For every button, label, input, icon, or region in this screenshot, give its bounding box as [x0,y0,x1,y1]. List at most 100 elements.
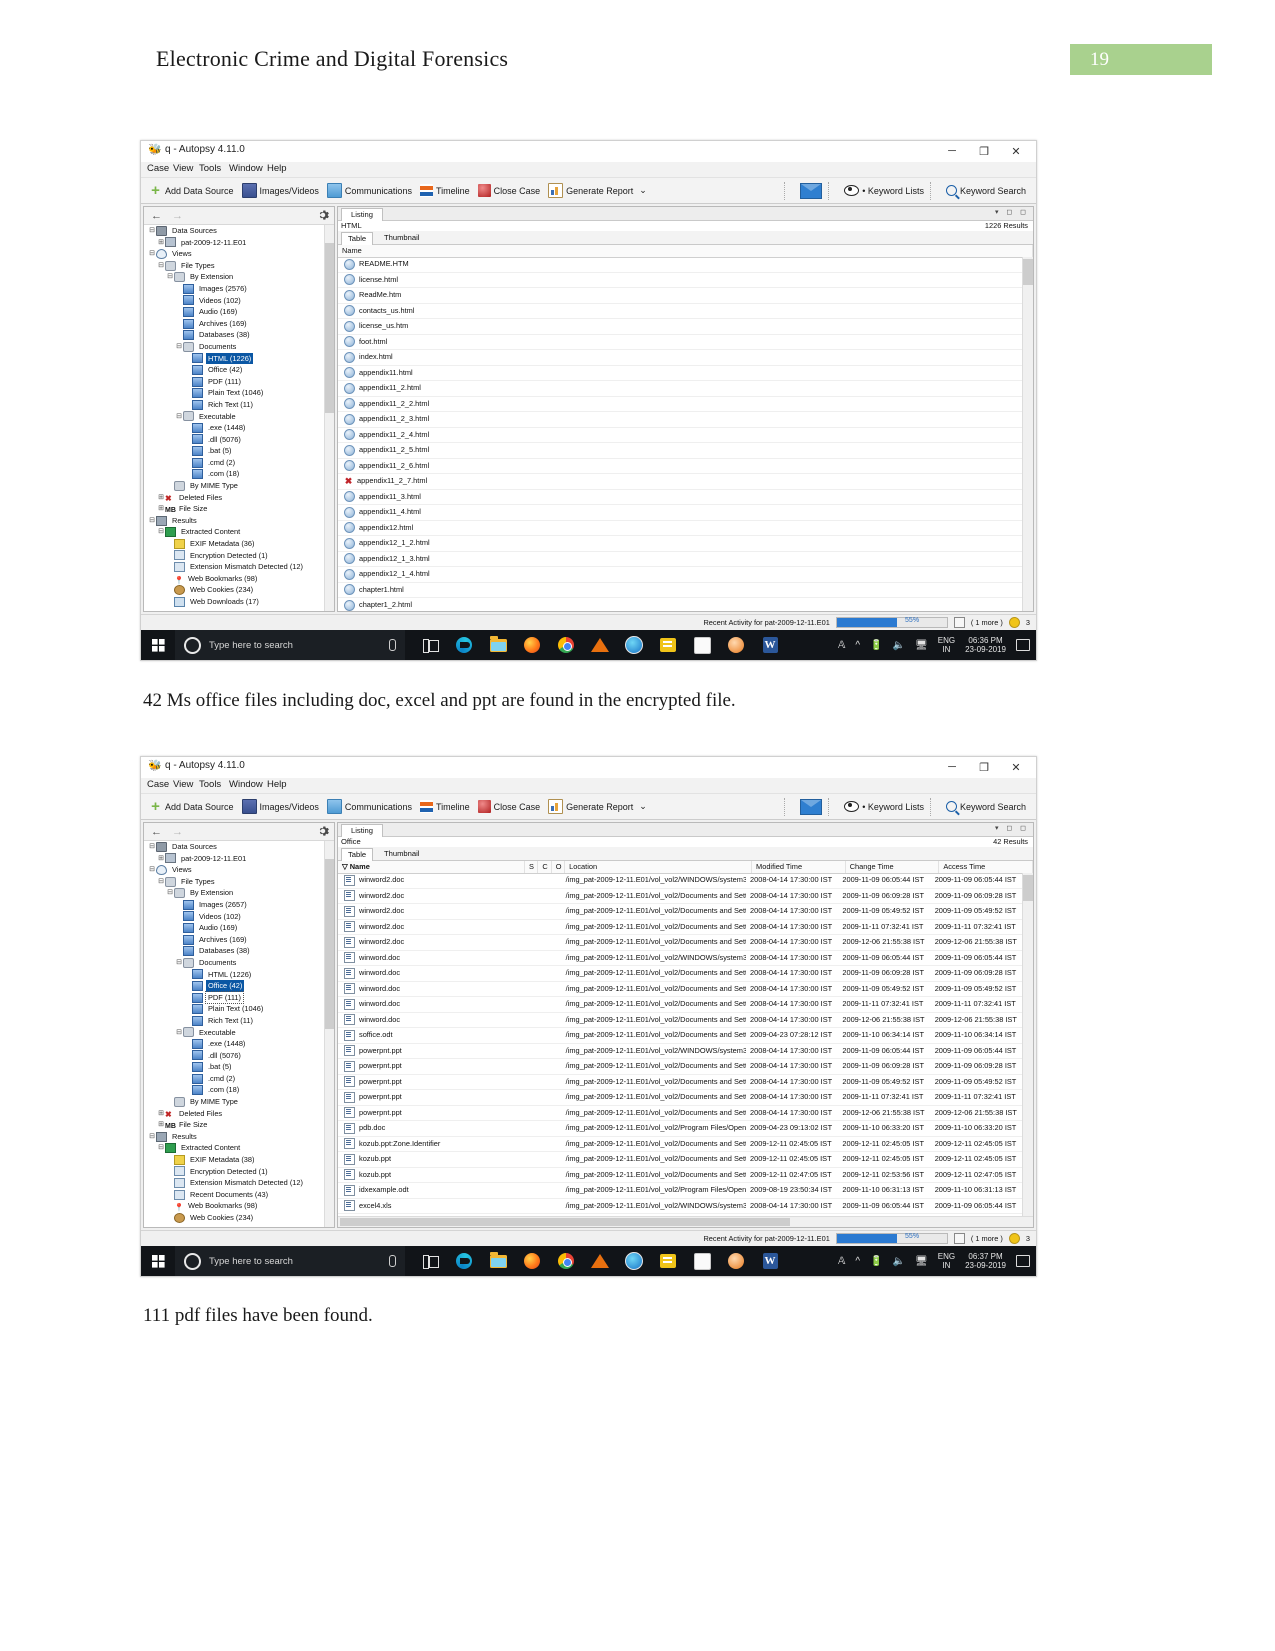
table-row[interactable]: license.html [338,273,1023,288]
status-more-text[interactable]: ( 1 more ) [971,618,1003,627]
communications-button-2[interactable]: Communications [326,799,412,814]
tree-item[interactable]: HTML (1226) [144,351,334,366]
tree-item[interactable]: ⊟ Extracted Content [144,526,334,538]
table-row[interactable]: appendix11_2.html [338,381,1023,397]
keyword-search-button[interactable]: Keyword Search [945,185,1026,196]
notification-center-icon-2[interactable] [1016,1255,1030,1267]
table-row[interactable]: license_us.htm [338,319,1023,335]
chrome-button[interactable] [549,630,583,660]
table-row[interactable]: appendix11_2_3.html [338,412,1023,428]
calculator-button-2[interactable] [685,1246,719,1276]
word-button[interactable]: W [753,630,787,660]
tree-item[interactable]: Images (2657) [144,899,334,911]
table-row[interactable]: appendix11_2_5.html [338,443,1023,459]
clock[interactable]: 06:36 PM 23-09-2019 [965,636,1006,654]
window1-tree[interactable]: ⊟ Data Sources ⊞ pat-2009-12-11.E01 ⊟ Views ⊟ F… [144,225,334,611]
chevron-up-icon-2[interactable]: ^ [855,1256,860,1267]
table-row[interactable]: appendix11_2_4.html [338,428,1023,443]
task-view-button-2[interactable] [413,1246,447,1276]
table-row[interactable]: idxexample.odt/img_pat-2009-12-11.E01/vo… [338,1183,1023,1199]
table-row[interactable]: winword.doc/img_pat-2009-12-11.E01/vol_v… [338,951,1023,966]
tree-item[interactable]: Recent Documents (43) [144,1189,334,1201]
tree-item[interactable]: .cmd (2) [144,457,334,469]
chevron-down-icon[interactable]: ⌄ [639,185,647,196]
vlc-button[interactable] [583,630,617,660]
notes-button[interactable] [651,630,685,660]
camera-button-2[interactable] [617,1246,651,1276]
listing-vertical-scrollbar-2[interactable] [1022,873,1033,1216]
listing-window-controls-2[interactable]: ▾ ◻ ◻ [995,824,1029,832]
file-explorer-button-2[interactable] [481,1246,515,1276]
tree-item[interactable]: .com (18) [144,468,334,480]
tree-twisty[interactable]: ⊞ [157,1119,165,1131]
gear-icon[interactable] [317,209,329,221]
table-row[interactable]: appendix11_4.html [338,505,1023,521]
timeline-button-2[interactable]: Timeline [419,800,470,813]
tree-item[interactable]: .exe (1448) [144,422,334,434]
tree-item[interactable]: ⊟ Data Sources [144,225,334,237]
keyword-search-button-2[interactable]: Keyword Search [945,801,1026,812]
camera-button[interactable] [617,630,651,660]
table-row[interactable]: winword.doc/img_pat-2009-12-11.E01/vol_v… [338,982,1023,997]
table-row[interactable]: powerpnt.ppt/img_pat-2009-12-11.E01/vol_… [338,1059,1023,1075]
tree-twisty[interactable]: ⊟ [157,526,165,538]
tree-item[interactable]: .bat (5) [144,445,334,457]
images-videos-button-2[interactable]: Images/Videos [241,799,319,814]
calculator-button[interactable] [685,630,719,660]
tree-item[interactable]: .dll (5076) [144,1050,334,1062]
file-explorer-button[interactable] [481,630,515,660]
listing-scroll-thumb[interactable] [1023,259,1033,285]
tree-item[interactable]: Archives (169) [144,934,334,946]
tree-item[interactable]: PDF (111) [144,990,334,1005]
status-panel-icon-2[interactable] [953,1233,965,1244]
tree-item[interactable]: Web Cookies (234) [144,584,334,596]
column-header-location[interactable]: Location [565,861,753,873]
tree-item[interactable]: Extension Mismatch Detected (12) [144,561,334,573]
table-row[interactable]: winword2.doc/img_pat-2009-12-11.E01/vol_… [338,935,1023,951]
tree-twisty[interactable]: ⊟ [148,1131,156,1143]
start-button[interactable] [141,630,175,660]
battery-icon[interactable]: 🔋 [870,640,882,651]
status-more-text-2[interactable]: ( 1 more ) [971,1234,1003,1243]
tree-item[interactable]: Images (2576) [144,283,334,295]
table-row[interactable]: pdb.doc/img_pat-2009-12-11.E01/vol_vol2/… [338,1121,1023,1137]
task-view-button[interactable] [413,630,447,660]
vlc-button-2[interactable] [583,1246,617,1276]
status-warning-icon-2[interactable] [1008,1233,1020,1244]
volume-icon[interactable]: 🔈 [893,640,905,651]
table-row[interactable]: README.HTM [338,257,1023,273]
autopsy-taskbar-button[interactable] [719,630,753,660]
table-row[interactable]: appendix11_2_6.html [338,459,1023,474]
generate-report-button-2[interactable]: Generate Report ⌄ [548,799,647,814]
tree-item[interactable]: Encryption Detected (1) [144,1166,334,1178]
word-button-2[interactable]: W [753,1246,787,1276]
start-button-2[interactable] [141,1246,175,1276]
communications-button[interactable]: Communications [326,183,412,198]
tree-scrollbar[interactable] [324,225,334,611]
column-header-c[interactable]: C [538,861,552,873]
mail-button[interactable] [800,182,823,199]
tree-item[interactable]: Archives (169) [144,318,334,330]
tree-twisty[interactable]: ⊟ [166,271,174,283]
tree-item[interactable]: Plain Text (1046) [144,387,334,399]
tree-item[interactable]: Rich Text (11) [144,399,334,411]
tree-item[interactable]: Rich Text (11) [144,1015,334,1027]
table-row[interactable]: chapter1.html [338,583,1023,598]
tab-listing[interactable]: Listing [341,208,383,221]
table-row[interactable]: soffice.odt/img_pat-2009-12-11.E01/vol_v… [338,1028,1023,1044]
add-data-source-button[interactable]: + Add Data Source [149,183,233,198]
tree-item[interactable]: ⊟ Results [144,515,334,527]
tree-item[interactable]: By MIME Type [144,480,334,492]
keyword-lists-button[interactable]: • Keyword Lists [844,185,924,196]
tree-item[interactable]: Audio (169) [144,306,334,318]
tree-item[interactable]: Encryption Detected (1) [144,550,334,562]
tree-scroll-thumb-2[interactable] [325,859,334,1029]
table-row[interactable]: appendix11_2_2.html [338,397,1023,412]
tree-item[interactable]: EXIF Metadata (36) [144,538,334,550]
menu-case[interactable]: Case [147,163,169,174]
listing-vertical-scrollbar[interactable] [1022,257,1033,611]
table-row[interactable]: appendix11_3.html [338,490,1023,505]
tree-item[interactable]: ⊟ File Types [144,876,334,888]
tree-item[interactable]: Videos (102) [144,911,334,923]
tree-item[interactable]: Videos (102) [144,295,334,307]
